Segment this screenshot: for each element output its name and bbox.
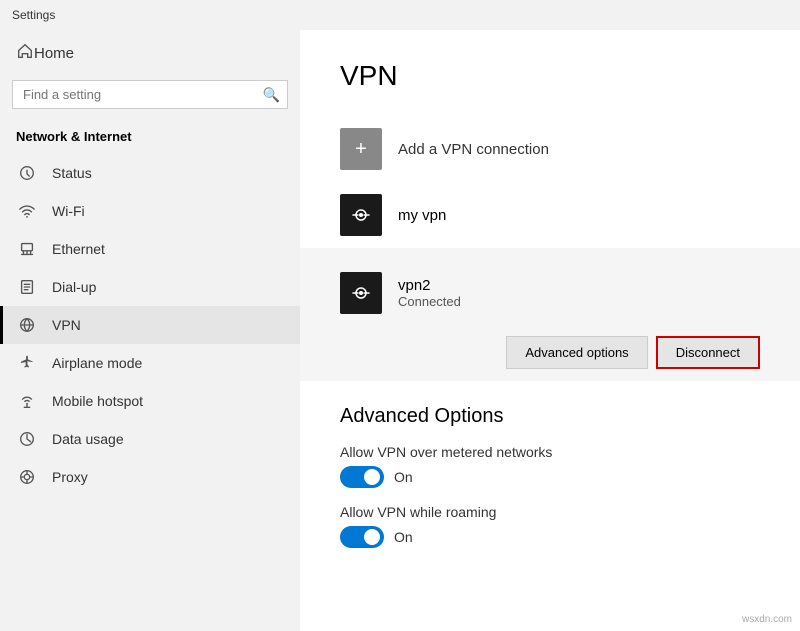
sidebar-label-proxy: Proxy <box>52 469 88 485</box>
option1-toggle-row: On <box>340 466 760 488</box>
advanced-options-title: Advanced Options <box>340 405 760 428</box>
ethernet-icon <box>16 240 38 258</box>
option2-toggle-track <box>340 526 384 548</box>
sidebar-section-title: Network & Internet <box>0 121 300 154</box>
datausage-icon <box>16 430 38 448</box>
sidebar-item-vpn[interactable]: VPN <box>0 306 300 344</box>
sidebar-label-wifi: Wi-Fi <box>52 203 85 219</box>
wifi-icon <box>16 202 38 220</box>
add-vpn-item[interactable]: + Add a VPN connection <box>340 116 760 182</box>
airplane-icon <box>16 354 38 372</box>
option1-toggle-track <box>340 466 384 488</box>
sidebar: Home 🔍 Network & Internet Status <box>0 30 300 631</box>
sidebar-item-status[interactable]: Status <box>0 154 300 192</box>
sidebar-item-home[interactable]: Home <box>0 30 300 76</box>
disconnect-button[interactable]: Disconnect <box>656 336 760 369</box>
sidebar-item-dialup[interactable]: Dial-up <box>0 268 300 306</box>
home-label: Home <box>34 45 74 62</box>
vpn-action-buttons: Advanced options Disconnect <box>340 336 760 369</box>
sidebar-label-ethernet: Ethernet <box>52 241 105 257</box>
search-input[interactable] <box>12 80 288 109</box>
titlebar: Settings <box>0 0 800 30</box>
sidebar-label-status: Status <box>52 165 92 181</box>
vpn2-icon <box>340 272 382 314</box>
sidebar-label-datausage: Data usage <box>52 431 124 447</box>
home-icon <box>16 42 34 64</box>
option2-toggle-label: On <box>394 529 413 545</box>
option1-label: Allow VPN over metered networks <box>340 444 760 460</box>
sidebar-item-datausage[interactable]: Data usage <box>0 420 300 458</box>
proxy-icon <box>16 468 38 486</box>
add-vpn-icon: + <box>340 128 382 170</box>
vpn2-name: vpn2 <box>398 277 461 294</box>
watermark: wsxdn.com <box>742 614 792 625</box>
search-icon: 🔍 <box>263 86 280 103</box>
sidebar-item-proxy[interactable]: Proxy <box>0 458 300 496</box>
vpn1-icon <box>340 194 382 236</box>
option2-label: Allow VPN while roaming <box>340 504 760 520</box>
option2-toggle-thumb <box>364 529 380 545</box>
advanced-options-button[interactable]: Advanced options <box>506 336 647 369</box>
sidebar-label-vpn: VPN <box>52 317 81 333</box>
app-title: Settings <box>12 8 55 22</box>
vpn-icon <box>16 316 38 334</box>
status-icon <box>16 164 38 182</box>
main-layout: Home 🔍 Network & Internet Status <box>0 30 800 631</box>
vpn2-connected-row: vpn2 Connected Advanced options Disconne… <box>300 248 800 381</box>
sidebar-label-dialup: Dial-up <box>52 279 96 295</box>
plus-icon: + <box>355 138 367 161</box>
option2-toggle-row: On <box>340 526 760 548</box>
sidebar-item-hotspot[interactable]: Mobile hotspot <box>0 382 300 420</box>
search-container: 🔍 <box>12 80 288 109</box>
sidebar-label-hotspot: Mobile hotspot <box>52 393 143 409</box>
vpn1-item[interactable]: my vpn <box>340 182 760 248</box>
option2-toggle[interactable] <box>340 526 384 548</box>
option1-toggle-thumb <box>364 469 380 485</box>
vpn1-name: my vpn <box>398 207 446 224</box>
option1-toggle-label: On <box>394 469 413 485</box>
option1-row: Allow VPN over metered networks On <box>340 444 760 488</box>
vpn2-status: Connected <box>398 294 461 309</box>
page-title: VPN <box>340 60 760 92</box>
vpn1-info: my vpn <box>398 207 446 224</box>
advanced-options-section: Advanced Options Allow VPN over metered … <box>340 405 760 548</box>
sidebar-item-airplane[interactable]: Airplane mode <box>0 344 300 382</box>
vpn-list: + Add a VPN connection my vpn <box>340 116 760 381</box>
option1-toggle[interactable] <box>340 466 384 488</box>
vpn2-item[interactable]: vpn2 Connected <box>340 260 760 326</box>
sidebar-item-wifi[interactable]: Wi-Fi <box>0 192 300 230</box>
vpn2-info: vpn2 Connected <box>398 277 461 309</box>
sidebar-item-ethernet[interactable]: Ethernet <box>0 230 300 268</box>
hotspot-icon <box>16 392 38 410</box>
option2-row: Allow VPN while roaming On <box>340 504 760 548</box>
dialup-icon <box>16 278 38 296</box>
add-vpn-label: Add a VPN connection <box>398 141 549 158</box>
sidebar-label-airplane: Airplane mode <box>52 355 142 371</box>
content-area: VPN + Add a VPN connection <box>300 30 800 631</box>
